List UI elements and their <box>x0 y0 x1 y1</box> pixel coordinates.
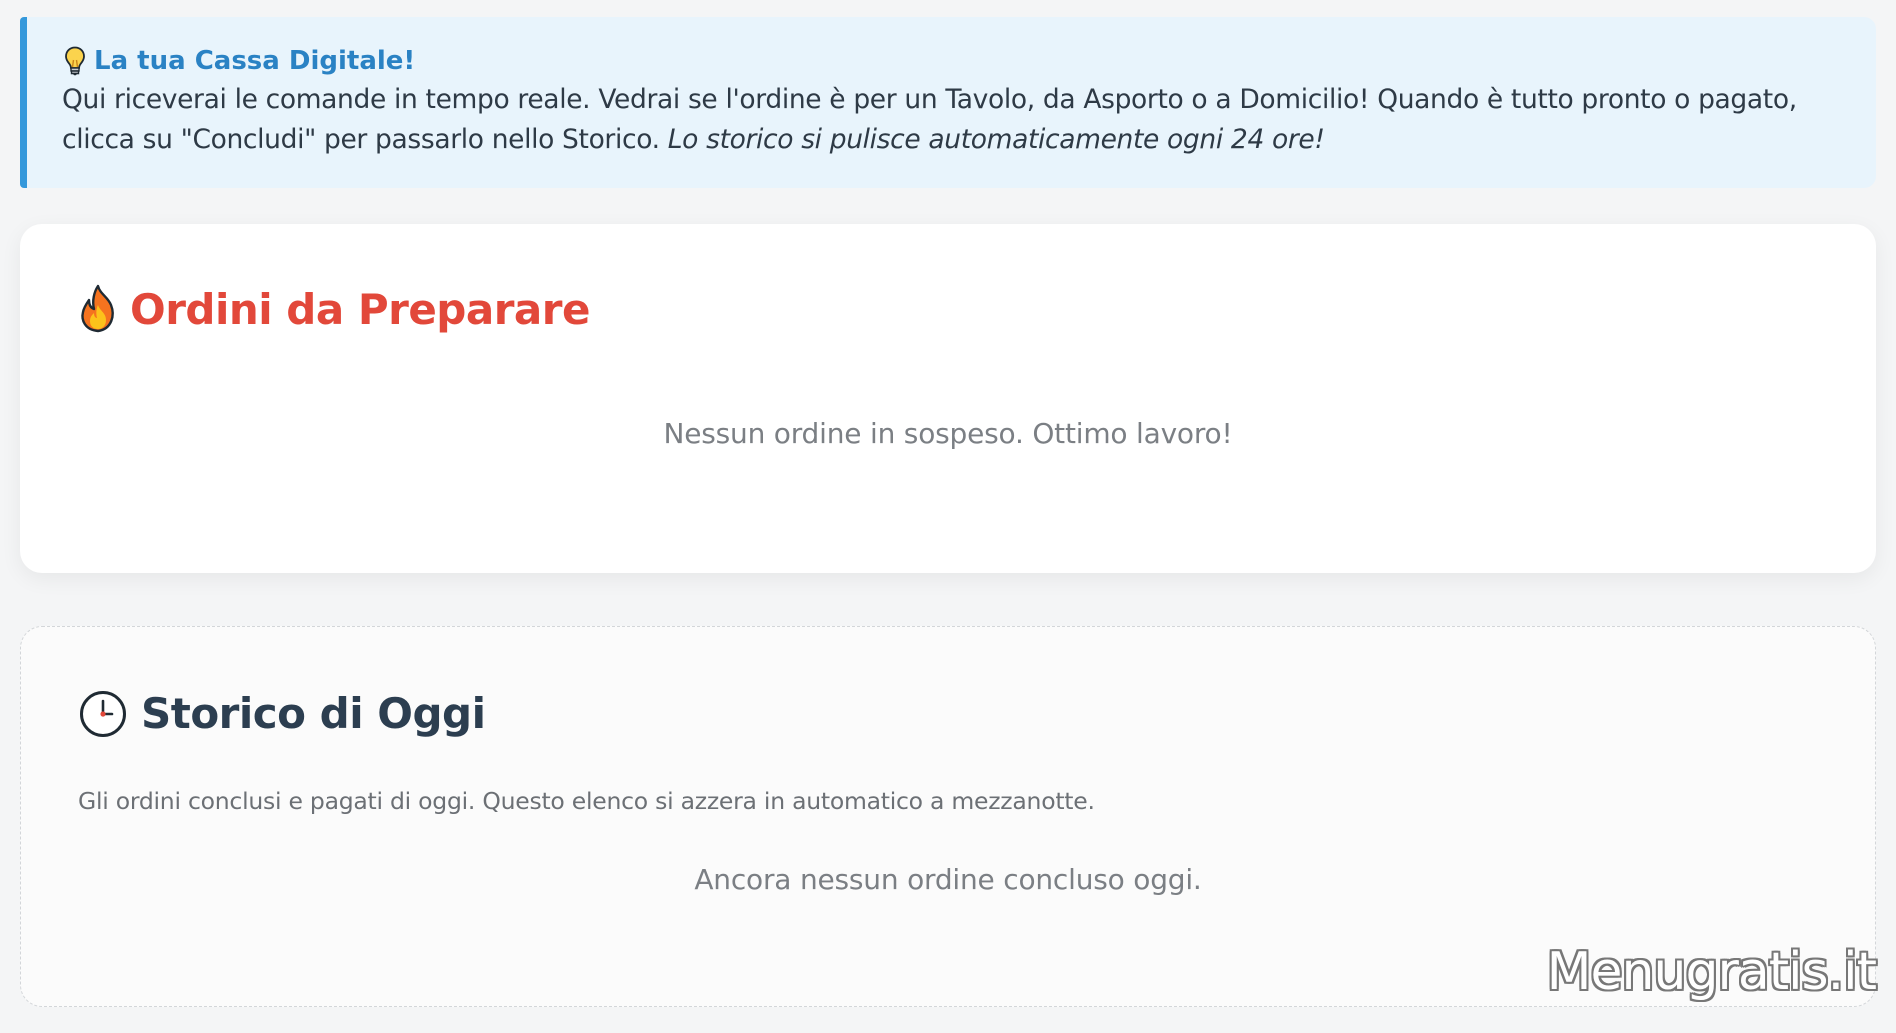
history-title: Storico di Oggi <box>141 689 486 738</box>
orders-header: Ordini da Preparare <box>78 284 590 334</box>
history-subtitle: Gli ordini conclusi e pagati di oggi. Qu… <box>78 787 1095 815</box>
watermark: Menugratis.it <box>1546 942 1877 1002</box>
history-empty-message: Ancora nessun ordine concluso oggi. <box>694 863 1202 896</box>
info-banner-note: Lo storico si pulisce automaticamente og… <box>667 124 1325 155</box>
history-header: Storico di Oggi <box>79 689 486 738</box>
info-banner-title: La tua Cassa Digitale! <box>94 46 416 76</box>
lightbulb-icon <box>62 44 88 78</box>
info-banner-header: La tua Cassa Digitale! <box>62 43 1840 79</box>
cash-register-page: La tua Cassa Digitale! Qui riceverai le … <box>0 0 1896 1033</box>
info-banner-text: Qui riceverai le comande in tempo reale.… <box>62 80 1840 160</box>
orders-title: Ordini da Preparare <box>130 284 590 334</box>
clock-icon <box>79 690 127 738</box>
info-banner: La tua Cassa Digitale! Qui riceverai le … <box>20 17 1876 188</box>
orders-empty-message: Nessun ordine in sospeso. Ottimo lavoro! <box>663 417 1233 450</box>
orders-card: Ordini da Preparare Nessun ordine in sos… <box>20 224 1876 573</box>
fire-icon <box>78 284 118 334</box>
